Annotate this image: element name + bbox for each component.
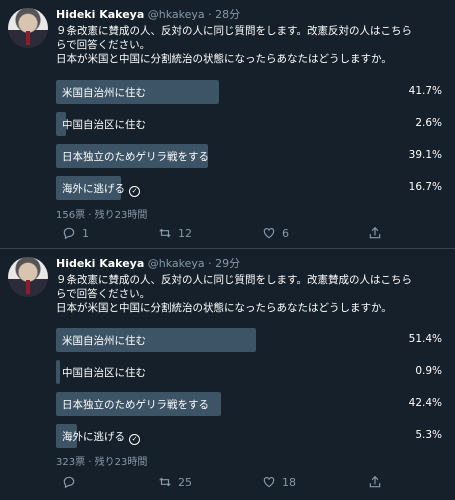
poll-option-percent: 5.3% <box>415 429 442 441</box>
tweet-text: ９条改憲に賛成の人、反対の人に同じ質問をします。改憲賛成の人はこちら らで回答く… <box>56 273 451 315</box>
like-button[interactable]: 18 <box>262 475 296 489</box>
poll-option: 海外に逃げる ✓ 5.3% <box>56 424 446 448</box>
poll-option: 米国自治州に住む 41.7% <box>56 80 446 104</box>
share-icon <box>369 226 381 239</box>
poll-meta: 156票 · 残り23時間 <box>56 210 148 221</box>
poll-option-percent: 0.9% <box>415 365 442 377</box>
avatar[interactable] <box>8 8 48 48</box>
tweet-text-line: 日本が米国と中国に分割統治の状態になったらあなたはどうしますか。 <box>56 53 392 65</box>
poll-option: 海外に逃げる ✓ 16.7% <box>56 176 446 200</box>
tweet-text-line: 日本が米国と中国に分割統治の状態になったらあなたはどうしますか。 <box>56 302 392 314</box>
poll-option-label: 米国自治州に住む <box>62 335 146 347</box>
poll-option-percent: 41.7% <box>408 85 442 97</box>
avatar[interactable] <box>8 257 48 297</box>
reply-count: 1 <box>82 226 89 240</box>
tweet-text-line: ９条改憲に賛成の人、反対の人に同じ質問をします。改憲賛成の人はこちら <box>56 274 412 286</box>
separator: · <box>208 257 212 270</box>
timestamp[interactable]: 29分 <box>215 257 240 270</box>
tweet[interactable]: Hideki Kakeya @hkakeya · 28分 ９条改憲に賛成の人、反… <box>0 0 455 248</box>
share-button[interactable] <box>368 475 388 489</box>
timestamp[interactable]: 28分 <box>215 8 240 21</box>
poll-option-label: 日本独立のためゲリラ戦をする <box>62 151 209 163</box>
poll-option-label: 日本独立のためゲリラ戦をする <box>62 399 209 411</box>
retweet-button[interactable]: 12 <box>158 226 192 240</box>
retweet-count: 25 <box>178 475 192 489</box>
poll-option: 中国自治区に住む 0.9% <box>56 360 446 384</box>
share-icon <box>369 475 381 488</box>
poll-option-percent: 42.4% <box>408 397 442 409</box>
poll-option: 中国自治区に住む 2.6% <box>56 112 446 136</box>
tweet-text-line: ９条改憲に賛成の人、反対の人に同じ質問をします。改憲反対の人はこちら <box>56 25 412 37</box>
tweet[interactable]: Hideki Kakeya @hkakeya · 29分 ９条改憲に賛成の人、反… <box>0 249 455 500</box>
reply-icon <box>63 227 75 240</box>
like-count: 18 <box>282 475 296 489</box>
poll: 米国自治州に住む 51.4% 中国自治区に住む 0.9% 日本独立のためゲリラ戦… <box>56 328 446 456</box>
poll-option: 日本独立のためゲリラ戦をする 39.1% <box>56 144 446 168</box>
author-name[interactable]: Hideki Kakeya <box>56 257 144 270</box>
tweet-text-line: らで回答ください。 <box>56 288 151 300</box>
poll-meta: 323票 · 残り23時間 <box>56 457 148 468</box>
retweet-button[interactable]: 25 <box>158 475 192 489</box>
tweet-text-line: らで回答ください。 <box>56 39 151 51</box>
poll-bar <box>56 360 60 384</box>
poll-option-label: 中国自治区に住む <box>62 119 146 131</box>
poll-option: 米国自治州に住む 51.4% <box>56 328 446 352</box>
retweet-count: 12 <box>178 226 192 240</box>
poll-option-label: 中国自治区に住む <box>62 367 146 379</box>
poll-option-label-text: 海外に逃げる <box>62 183 125 195</box>
tweet-header: Hideki Kakeya @hkakeya · 28分 <box>56 8 240 22</box>
like-icon <box>263 228 275 239</box>
author-name[interactable]: Hideki Kakeya <box>56 8 144 21</box>
poll-option-percent: 2.6% <box>415 117 442 129</box>
poll-option-label-text: 海外に逃げる <box>62 431 125 443</box>
poll: 米国自治州に住む 41.7% 中国自治区に住む 2.6% 日本独立のためゲリラ戦… <box>56 80 446 208</box>
separator: · <box>208 8 212 21</box>
check-icon: ✓ <box>129 186 140 197</box>
tweet-header: Hideki Kakeya @hkakeya · 29分 <box>56 257 240 271</box>
author-handle[interactable]: @hkakeya <box>148 257 205 270</box>
retweet-icon <box>159 477 171 487</box>
tweet-text: ９条改憲に賛成の人、反対の人に同じ質問をします。改憲反対の人はこちら らで回答く… <box>56 24 451 66</box>
retweet-icon <box>159 228 171 238</box>
poll-option-label: 米国自治州に住む <box>62 87 146 99</box>
poll-option-percent: 51.4% <box>408 333 442 345</box>
like-count: 6 <box>282 226 289 240</box>
reply-icon <box>63 476 75 489</box>
share-button[interactable] <box>368 226 388 240</box>
poll-option-label-selected: 海外に逃げる ✓ <box>62 181 140 197</box>
author-handle[interactable]: @hkakeya <box>148 8 205 21</box>
reply-button[interactable]: 1 <box>62 226 89 240</box>
poll-option-label-selected: 海外に逃げる ✓ <box>62 429 140 445</box>
poll-option: 日本独立のためゲリラ戦をする 42.4% <box>56 392 446 416</box>
check-icon: ✓ <box>129 434 140 445</box>
like-icon <box>263 477 275 488</box>
tweet-actions: 1 12 6 <box>56 226 446 242</box>
reply-button[interactable] <box>62 475 82 489</box>
poll-option-percent: 16.7% <box>408 181 442 193</box>
poll-option-percent: 39.1% <box>408 149 442 161</box>
like-button[interactable]: 6 <box>262 226 289 240</box>
tweet-actions: 25 18 <box>56 475 446 491</box>
